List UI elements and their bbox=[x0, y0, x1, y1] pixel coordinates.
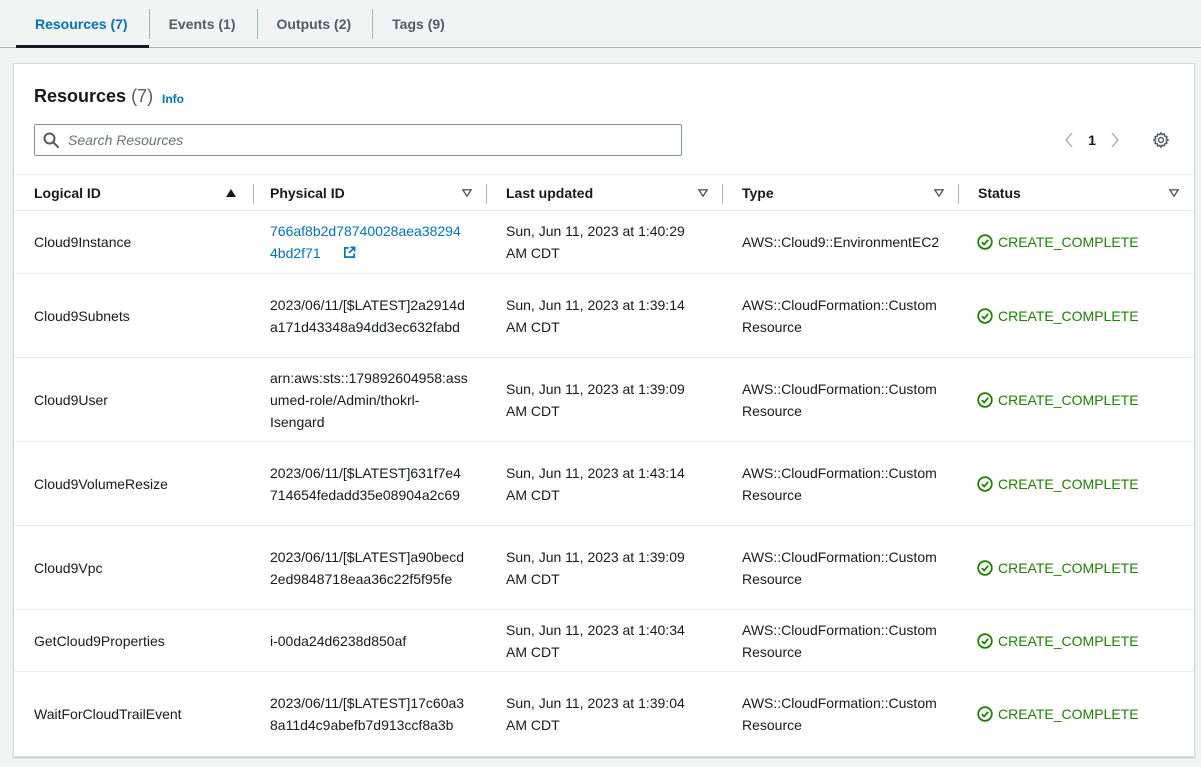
tab-tags[interactable]: Tags (9) bbox=[373, 0, 466, 47]
status-text: CREATE_COMPLETE bbox=[998, 234, 1139, 250]
chevron-left-icon[interactable] bbox=[1059, 130, 1079, 150]
check-circle-icon bbox=[977, 706, 993, 722]
column-divider[interactable] bbox=[486, 184, 487, 204]
column-divider[interactable] bbox=[253, 184, 254, 204]
resources-table: Logical ID Physical ID Last updated Type… bbox=[14, 174, 1194, 756]
last-updated-cell: Sun, Jun 11, 2023 at 1:40:34 AM CDT bbox=[506, 621, 685, 660]
status-text: CREATE_COMPLETE bbox=[998, 632, 1139, 649]
table-row: Cloud9Subnets 2023/06/11/[$LATEST]2a2914… bbox=[14, 274, 1194, 358]
physical-id-cell: 2023/06/11/[$LATEST]2a2914da171d43348a94… bbox=[270, 296, 465, 335]
status-text: CREATE_COMPLETE bbox=[998, 559, 1139, 576]
table-row: GetCloud9Properties i-00da24d6238d850af … bbox=[14, 610, 1194, 672]
logical-id-cell: Cloud9User bbox=[34, 391, 108, 408]
type-cell: AWS::CloudFormation::Custom Resource bbox=[742, 296, 937, 335]
tab-events[interactable]: Events (1) bbox=[150, 0, 257, 47]
search-icon bbox=[43, 132, 59, 148]
last-updated-cell: Sun, Jun 11, 2023 at 1:39:14 AM CDT bbox=[506, 296, 685, 335]
column-header-type[interactable]: Type bbox=[742, 175, 945, 211]
logical-id-cell: Cloud9Instance bbox=[34, 234, 132, 250]
last-updated-cell: Sun, Jun 11, 2023 at 1:40:29 AM CDT bbox=[506, 223, 685, 261]
logical-id-cell: Cloud9Subnets bbox=[34, 307, 130, 324]
caret-down-icon bbox=[933, 187, 945, 199]
physical-id-cell: arn:aws:sts::179892604958:assumed-role/A… bbox=[270, 369, 468, 430]
search-box[interactable] bbox=[34, 124, 682, 156]
physical-id-cell: 2023/06/11/[$LATEST]631f7e4714654fedadd3… bbox=[270, 464, 461, 503]
column-divider[interactable] bbox=[958, 184, 959, 204]
tab-outputs[interactable]: Outputs (2) bbox=[258, 0, 373, 47]
page-number[interactable]: 1 bbox=[1079, 132, 1105, 148]
status-text: CREATE_COMPLETE bbox=[998, 391, 1139, 408]
status-cell: CREATE_COMPLETE bbox=[977, 610, 1139, 671]
caret-down-icon bbox=[697, 187, 709, 199]
panel-title-count: (7) bbox=[131, 86, 154, 106]
type-cell: AWS::CloudFormation::Custom Resource bbox=[742, 380, 937, 419]
table-row: Cloud9Vpc 2023/06/11/[$LATEST]a90becd2ed… bbox=[14, 526, 1194, 610]
status-cell: CREATE_COMPLETE bbox=[977, 358, 1139, 441]
last-updated-cell: Sun, Jun 11, 2023 at 1:39:04 AM CDT bbox=[506, 695, 685, 733]
last-updated-cell: Sun, Jun 11, 2023 at 1:43:14 AM CDT bbox=[506, 464, 685, 503]
type-cell: AWS::CloudFormation::Custom Resource bbox=[742, 695, 937, 733]
column-divider[interactable] bbox=[722, 184, 723, 204]
status-text: CREATE_COMPLETE bbox=[998, 307, 1139, 324]
type-cell: AWS::CloudFormation::Custom Resource bbox=[742, 548, 937, 587]
type-cell: AWS::Cloud9::EnvironmentEC2 bbox=[742, 234, 940, 250]
panel-title-text: Resources bbox=[34, 86, 127, 106]
check-circle-icon bbox=[977, 391, 993, 408]
info-link[interactable]: Info bbox=[162, 92, 184, 106]
status-cell: CREATE_COMPLETE bbox=[977, 526, 1139, 609]
column-header-status[interactable]: Status bbox=[978, 175, 1180, 211]
status-cell: CREATE_COMPLETE bbox=[977, 672, 1139, 756]
gear-icon[interactable] bbox=[1151, 130, 1171, 150]
column-header-logical-id[interactable]: Logical ID bbox=[34, 175, 237, 211]
table-row: WaitForCloudTrailEvent 2023/06/11/[$LATE… bbox=[14, 672, 1194, 756]
column-header-last-updated[interactable]: Last updated bbox=[506, 175, 709, 211]
chevron-right-icon[interactable] bbox=[1105, 130, 1125, 150]
tab-bar: Resources (7) Events (1) Outputs (2) Tag… bbox=[0, 0, 1201, 48]
tab-resources[interactable]: Resources (7) bbox=[16, 0, 149, 48]
physical-id-cell: 2023/06/11/[$LATEST]a90becd2ed9848718eaa… bbox=[270, 548, 465, 587]
status-cell: CREATE_COMPLETE bbox=[977, 442, 1139, 525]
external-link-icon[interactable] bbox=[343, 246, 356, 259]
panel-title: Resources (7) bbox=[34, 86, 153, 107]
physical-id-cell: 2023/06/11/[$LATEST]17c60a38a11d4c9abefb… bbox=[270, 695, 465, 733]
physical-id-cell: i-00da24d6238d850af bbox=[270, 632, 407, 649]
table-row: Cloud9Instance 766af8b2d78740028aea38294… bbox=[14, 211, 1194, 274]
last-updated-cell: Sun, Jun 11, 2023 at 1:39:09 AM CDT bbox=[506, 380, 685, 419]
status-cell: CREATE_COMPLETE bbox=[977, 211, 1139, 273]
table-row: Cloud9VolumeResize 2023/06/11/[$LATEST]6… bbox=[14, 442, 1194, 526]
check-circle-icon bbox=[977, 475, 993, 492]
check-circle-icon bbox=[977, 307, 993, 324]
status-text: CREATE_COMPLETE bbox=[998, 475, 1139, 492]
check-circle-icon bbox=[977, 234, 993, 250]
status-text: CREATE_COMPLETE bbox=[998, 706, 1139, 722]
caret-down-icon bbox=[461, 187, 473, 199]
search-input[interactable] bbox=[68, 132, 648, 148]
last-updated-cell: Sun, Jun 11, 2023 at 1:39:09 AM CDT bbox=[506, 548, 685, 587]
caret-up-icon bbox=[225, 187, 237, 199]
pagination: 1 bbox=[1059, 130, 1125, 150]
check-circle-icon bbox=[977, 632, 993, 649]
status-cell: CREATE_COMPLETE bbox=[977, 274, 1139, 357]
logical-id-cell: Cloud9Vpc bbox=[34, 559, 103, 576]
caret-down-icon bbox=[1168, 187, 1180, 199]
logical-id-cell: WaitForCloudTrailEvent bbox=[34, 706, 182, 722]
logical-id-cell: Cloud9VolumeResize bbox=[34, 475, 168, 492]
type-cell: AWS::CloudFormation::Custom Resource bbox=[742, 464, 937, 503]
resources-panel: Resources (7) Info 1 Logical ID Physical… bbox=[13, 63, 1195, 757]
physical-id-cell: 766af8b2d78740028aea382944bd2f71 bbox=[270, 211, 470, 273]
check-circle-icon bbox=[977, 559, 993, 576]
table-row: Cloud9User arn:aws:sts::179892604958:ass… bbox=[14, 358, 1194, 442]
logical-id-cell: GetCloud9Properties bbox=[34, 632, 165, 649]
type-cell: AWS::CloudFormation::Custom Resource bbox=[742, 621, 937, 660]
table-header: Logical ID Physical ID Last updated Type… bbox=[14, 174, 1194, 211]
column-header-physical-id[interactable]: Physical ID bbox=[270, 175, 473, 211]
physical-id-link[interactable]: 766af8b2d78740028aea382944bd2f71 bbox=[270, 223, 465, 261]
